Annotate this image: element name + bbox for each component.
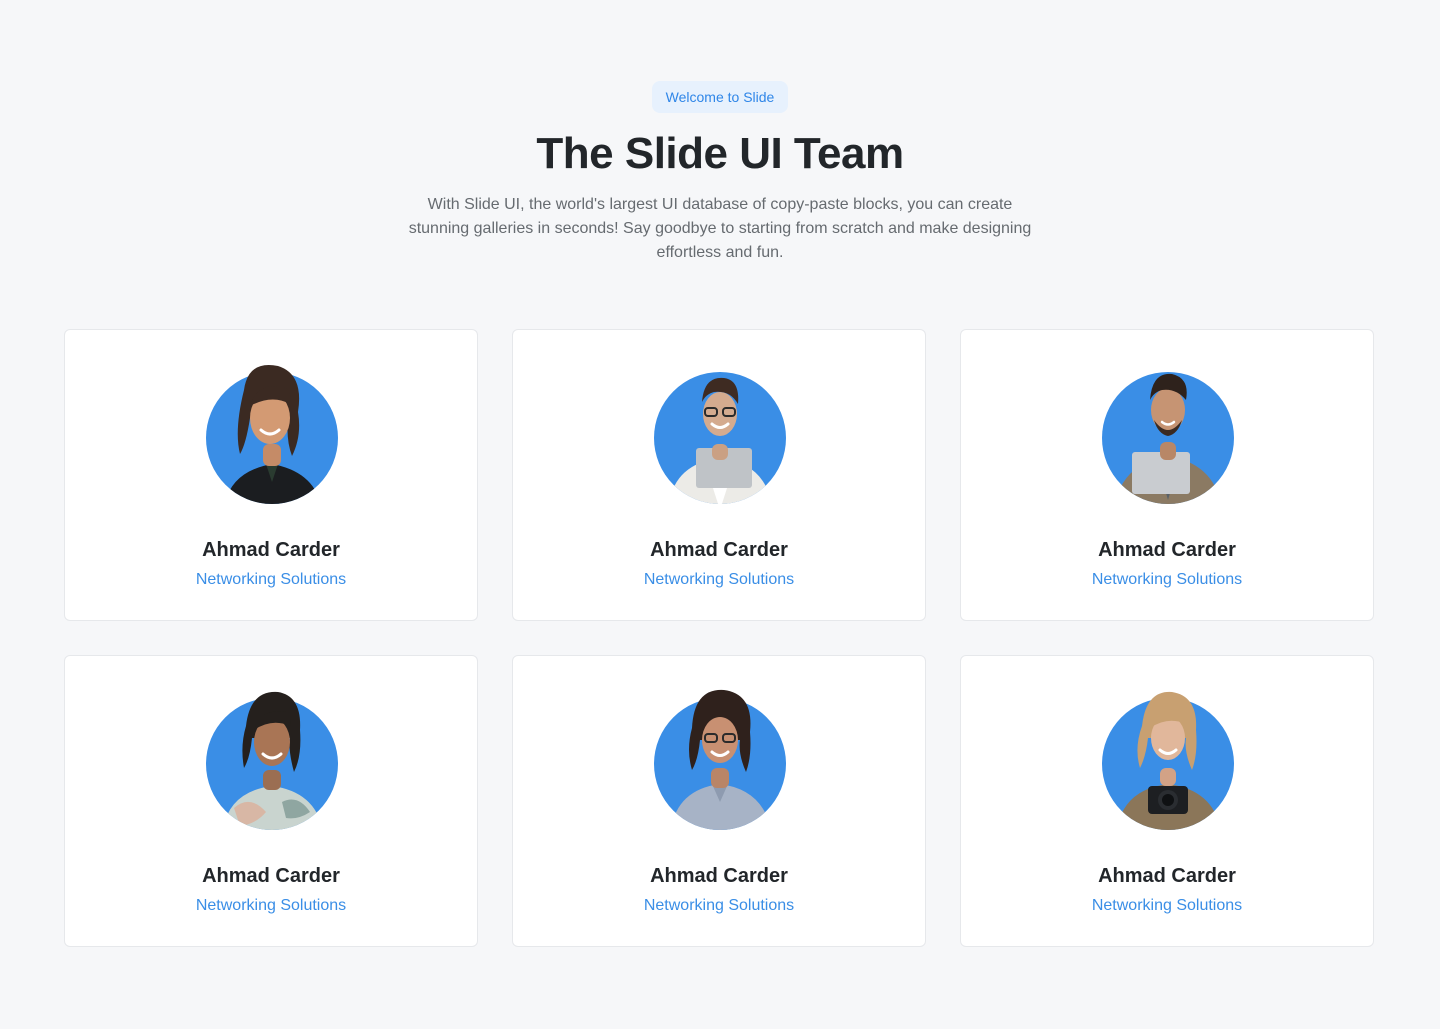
member-name: Ahmad Carder [650,539,788,561]
page-description: With Slide UI, the world's largest UI da… [408,196,1032,261]
member-name: Ahmad Carder [202,539,340,561]
team-grid: Ahmad Carder Networking Solutions Ahmad … [64,329,1376,949]
woman-portrait-icon [206,365,338,504]
member-role[interactable]: Networking Solutions [961,569,1373,591]
member-name: Ahmad Carder [650,865,788,887]
team-section: Welcome to Slide The Slide UI Team With … [0,0,1440,1029]
member-role[interactable]: Networking Solutions [65,895,477,917]
member-role[interactable]: Networking Solutions [513,895,925,917]
avatar [206,360,338,504]
member-role[interactable]: Networking Solutions [961,895,1373,917]
woman-portrait-icon [1102,691,1234,830]
member-role[interactable]: Networking Solutions [513,569,925,591]
member-role[interactable]: Networking Solutions [65,569,477,591]
woman-portrait-icon [206,691,338,830]
member-name: Ahmad Carder [202,865,340,887]
avatar [1102,360,1234,504]
avatar [654,686,786,830]
team-card[interactable]: Ahmad Carder Networking Solutions [512,655,926,947]
welcome-badge: Welcome to Slide [652,81,788,113]
woman-portrait-icon [654,689,786,830]
man-portrait-icon [654,372,786,504]
avatar [206,686,338,830]
page-title: The Slide UI Team [536,129,904,178]
man-portrait-icon [1102,372,1234,504]
member-name: Ahmad Carder [1098,865,1236,887]
avatar [1102,686,1234,830]
team-card[interactable]: Ahmad Carder Networking Solutions [960,655,1374,947]
member-name: Ahmad Carder [1098,539,1236,561]
team-card[interactable]: Ahmad Carder Networking Solutions [960,329,1374,621]
team-card[interactable]: Ahmad Carder Networking Solutions [64,329,478,621]
team-card[interactable]: Ahmad Carder Networking Solutions [64,655,478,947]
team-card[interactable]: Ahmad Carder Networking Solutions [512,329,926,621]
avatar [654,360,786,504]
